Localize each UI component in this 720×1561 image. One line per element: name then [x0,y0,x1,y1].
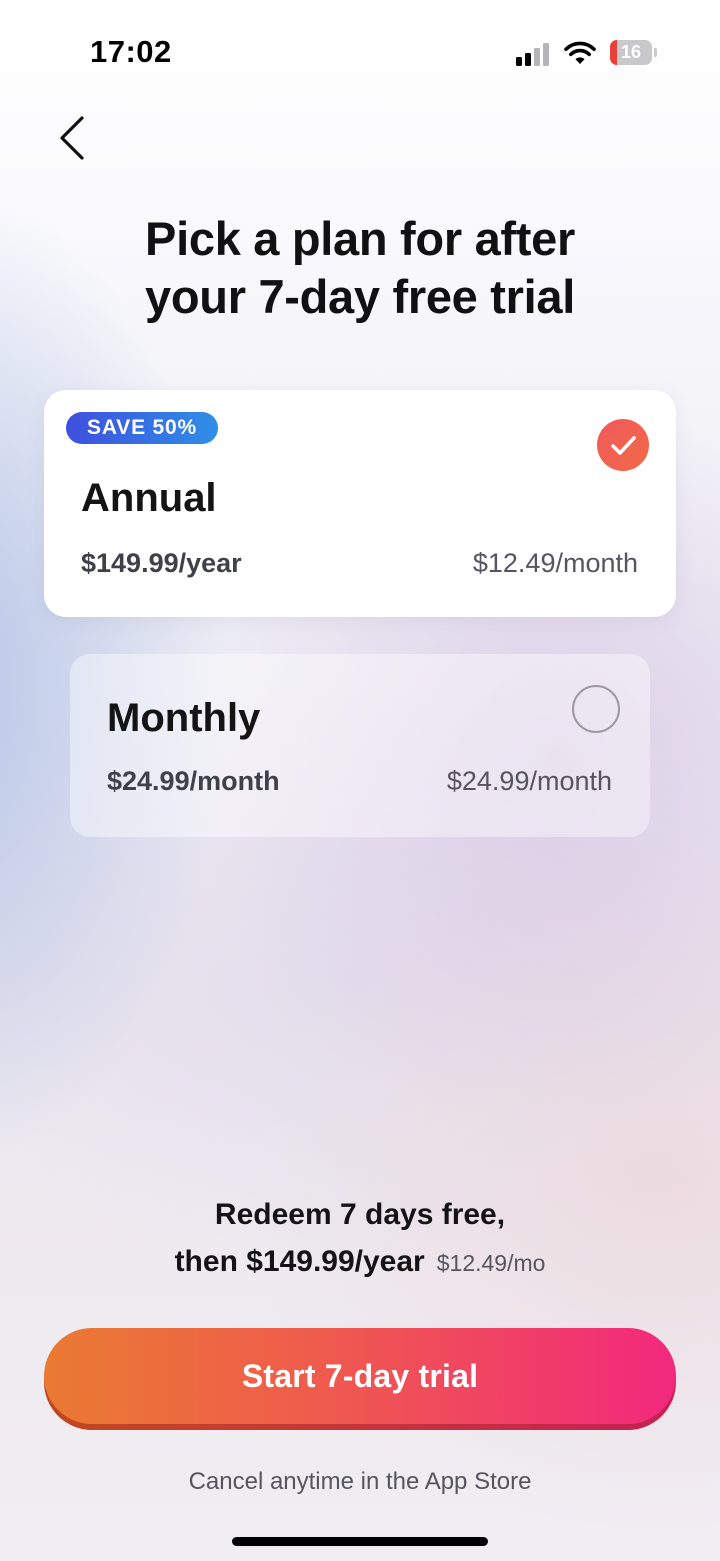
plan-price: $24.99/month [107,766,280,796]
plan-per-month: $24.99/month [446,766,612,796]
summary-per-month: $12.49/mo [436,1250,546,1276]
save-badge: SAVE 50% [66,412,218,444]
plan-card-monthly[interactable]: Monthly $24.99/month $24.99/month [70,654,650,837]
checkmark-icon [597,419,649,471]
plan-card-annual[interactable]: SAVE 50% Annual $149.99/year $12.49/mont… [44,390,676,617]
back-button[interactable] [52,112,100,164]
page-title-line1: Pick a plan for after [145,212,575,265]
status-bar: 17:02 16 [0,0,720,100]
chevron-left-icon [60,116,84,160]
page-title-line2: your 7-day free trial [145,270,575,323]
plan-name: Monthly [107,696,261,740]
status-time: 17:02 [90,34,172,69]
wifi-icon [564,40,596,66]
summary-price: then $149.99/year [174,1245,425,1278]
radio-unselected-icon [572,685,620,733]
home-indicator [232,1537,488,1546]
page-title: Pick a plan for after your 7-day free tr… [60,210,660,326]
plan-per-month: $12.49/month [472,548,638,578]
battery-level: 16 [620,42,642,62]
plan-name: Annual [81,476,217,520]
trial-summary-line1: Redeem 7 days free, [214,1198,506,1231]
cancel-note: Cancel anytime in the App Store [188,1468,532,1495]
plan-price: $149.99/year [81,548,242,578]
cellular-signal-icon [516,42,552,66]
start-trial-button[interactable]: Start 7-day trial [44,1328,676,1424]
trial-summary-line2: then $149.99/year $12.49/mo [60,1245,660,1279]
battery-icon: 16 [610,40,657,65]
